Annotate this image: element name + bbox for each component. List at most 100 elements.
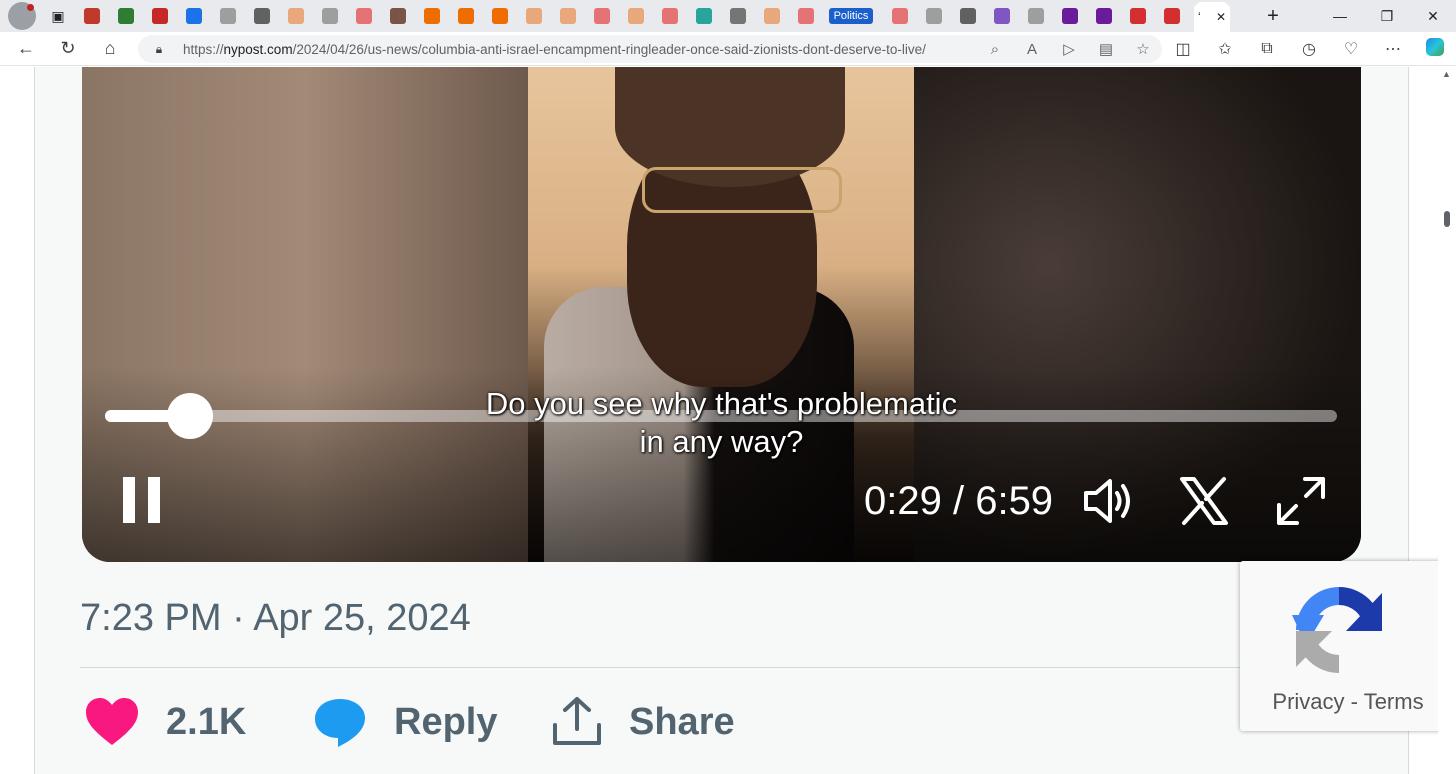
tab-favicon-icon: [253, 8, 270, 24]
tab-3[interactable]: [148, 3, 171, 29]
divider: [80, 667, 1242, 668]
tab-after-9[interactable]: [1160, 3, 1183, 29]
tab-after-2[interactable]: [922, 3, 945, 29]
reload-icon[interactable]: ↻: [52, 34, 84, 64]
address-url[interactable]: https://nypost.com/2024/04/26/us-news/co…: [183, 42, 926, 57]
favorites-icon[interactable]: ✩: [1204, 39, 1246, 59]
tab-favicon-icon: [83, 8, 100, 24]
tab-active[interactable]: ʻ ✕: [1194, 2, 1230, 32]
pause-icon[interactable]: [123, 477, 161, 523]
tab-favicon-icon: [559, 8, 576, 24]
copilot-icon[interactable]: [1414, 37, 1456, 61]
immersive-reader-icon[interactable]: ▤: [1097, 40, 1115, 58]
tab-favicon-icon: [627, 8, 644, 24]
tab-11[interactable]: [420, 3, 443, 29]
reply-button[interactable]: Reply: [394, 701, 497, 744]
tab-14[interactable]: [522, 3, 545, 29]
tab-list-more: [888, 0, 1194, 32]
history-icon[interactable]: ◷: [1288, 39, 1330, 59]
lock-icon[interactable]: 🔒︎: [152, 42, 166, 56]
tab-17[interactable]: [624, 3, 647, 29]
collections-icon[interactable]: ⧉: [1246, 40, 1288, 58]
tab-after-8[interactable]: [1126, 3, 1149, 29]
performance-icon[interactable]: ♡: [1330, 39, 1372, 59]
tab-2[interactable]: [114, 3, 137, 29]
tab-16[interactable]: [590, 3, 613, 29]
recaptcha-links: Privacy - Terms: [1240, 689, 1456, 715]
x-logo-icon[interactable]: [1176, 473, 1232, 529]
tab-21[interactable]: [760, 3, 783, 29]
tab-favicon-icon: [117, 8, 134, 24]
tab-favicon-icon: [959, 8, 976, 24]
tab-12[interactable]: [454, 3, 477, 29]
tab-1[interactable]: [80, 3, 103, 29]
tab-after-3[interactable]: [956, 3, 979, 29]
reply-bubble-icon[interactable]: [312, 695, 368, 751]
page-scrollbar[interactable]: ▲: [1438, 67, 1456, 774]
minimize-button[interactable]: —: [1317, 0, 1363, 32]
tab-20[interactable]: [726, 3, 749, 29]
tab-list: [80, 0, 828, 32]
restore-button[interactable]: ❐: [1364, 0, 1410, 32]
video-player[interactable]: Do you see why that's problematic in any…: [82, 67, 1361, 562]
tab-favicon-icon: [593, 8, 610, 24]
close-tab-icon[interactable]: ✕: [1216, 10, 1226, 24]
recaptcha-logo-icon: [1292, 586, 1382, 674]
tab-after-7[interactable]: [1092, 3, 1115, 29]
tweet-timestamp[interactable]: 7:23 PM · Apr 25, 2024: [80, 597, 471, 640]
tab-15[interactable]: [556, 3, 579, 29]
tab-favicon-icon: [925, 8, 942, 24]
split-screen-icon[interactable]: ◫: [1162, 39, 1204, 59]
recaptcha-privacy-link[interactable]: Privacy: [1272, 689, 1344, 714]
home-icon[interactable]: ⌂: [94, 34, 126, 64]
tab-actions-icon[interactable]: ▣: [44, 2, 72, 30]
tab-9[interactable]: [352, 3, 375, 29]
zoom-icon[interactable]: ⌕: [986, 41, 1004, 58]
profile-avatar[interactable]: [8, 2, 36, 30]
back-arrow-icon[interactable]: ←: [10, 34, 42, 64]
column-border-left: [34, 67, 35, 774]
address-bar-actions: ⌕ A ▷ ▤ ☆: [986, 35, 1152, 63]
tab-after-6[interactable]: [1058, 3, 1081, 29]
recaptcha-badge[interactable]: Privacy - Terms: [1240, 561, 1456, 731]
tab-favicon-icon: [763, 8, 780, 24]
share-icon[interactable]: [549, 695, 605, 751]
tab-after-4[interactable]: [990, 3, 1013, 29]
tab-7[interactable]: [284, 3, 307, 29]
tab-19[interactable]: [692, 3, 715, 29]
tab-4[interactable]: [182, 3, 205, 29]
tab-politics[interactable]: Politics: [828, 3, 874, 29]
volume-icon[interactable]: [1080, 473, 1136, 529]
tab-after-1[interactable]: [888, 3, 911, 29]
video-subtitles: Do you see why that's problematic in any…: [82, 385, 1361, 461]
tab-22[interactable]: [794, 3, 817, 29]
tab-8[interactable]: [318, 3, 341, 29]
more-menu-icon[interactable]: ⋯: [1372, 39, 1414, 59]
current-time: 0:29: [864, 479, 942, 523]
tab-favicon-icon: [525, 8, 542, 24]
url-path: /2024/04/26/us-news/columbia-anti-israel…: [292, 41, 926, 57]
tab-favicon-icon: [1061, 8, 1078, 24]
fullscreen-icon[interactable]: [1273, 473, 1329, 529]
heart-icon[interactable]: [84, 695, 140, 751]
tab-after-5[interactable]: [1024, 3, 1047, 29]
recaptcha-terms-link[interactable]: Terms: [1364, 689, 1424, 714]
tab-13[interactable]: [488, 3, 511, 29]
share-button[interactable]: Share: [629, 701, 735, 744]
like-count[interactable]: 2.1K: [166, 701, 246, 744]
tab-5[interactable]: [216, 3, 239, 29]
tab-10[interactable]: [386, 3, 409, 29]
tab-6[interactable]: [250, 3, 273, 29]
time-separator: /: [941, 479, 976, 523]
tab-favicon-icon: [321, 8, 338, 24]
new-tab-button[interactable]: +: [1259, 2, 1287, 30]
tab-18[interactable]: [658, 3, 681, 29]
navigation-bar: ← ↻ ⌂ 🔒︎ https://nypost.com/2024/04/26/u…: [0, 32, 1456, 66]
scrollbar-thumb[interactable]: [1444, 211, 1450, 227]
read-aloud-icon[interactable]: A: [1023, 41, 1041, 58]
close-window-button[interactable]: ✕: [1410, 0, 1456, 32]
address-bar[interactable]: 🔒︎ https://nypost.com/2024/04/26/us-news…: [138, 35, 1162, 63]
app-available-icon[interactable]: ▷: [1060, 40, 1078, 58]
scroll-up-arrow-icon[interactable]: ▲: [1442, 69, 1451, 79]
favorite-star-icon[interactable]: ☆: [1134, 40, 1152, 58]
